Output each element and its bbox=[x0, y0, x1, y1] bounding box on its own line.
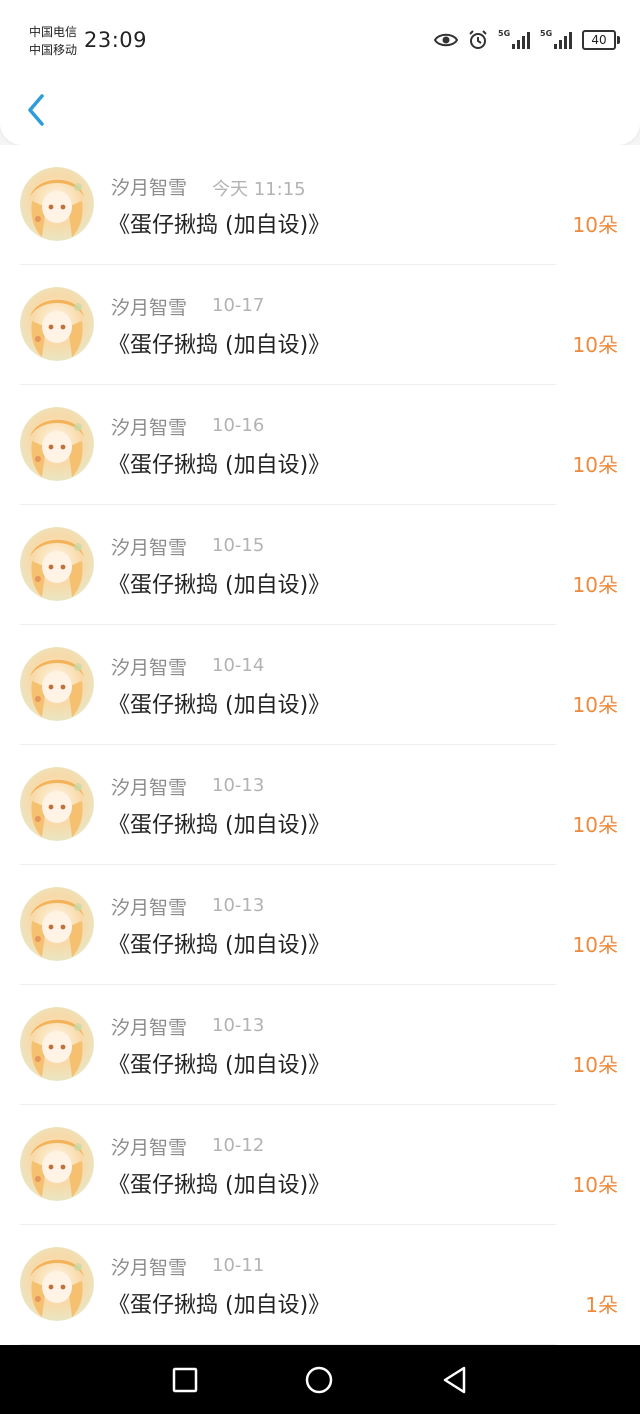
record-time: 10-14 bbox=[212, 655, 265, 676]
list-item[interactable]: 汐月智雪 10-13 《蛋仔揪捣 (加自设)》 10朵 bbox=[0, 985, 640, 1105]
flower-amount: 10朵 bbox=[572, 1173, 618, 1197]
record-time: 10-13 bbox=[212, 1015, 265, 1036]
sender-name: 汐月智雪 bbox=[111, 297, 188, 319]
avatar[interactable] bbox=[20, 527, 94, 601]
flower-amount: 1朵 bbox=[585, 1293, 618, 1317]
record-time: 10-11 bbox=[212, 1255, 265, 1276]
carrier-info: 中国电信 中国移动 bbox=[29, 23, 77, 59]
record-time: 10-13 bbox=[212, 895, 265, 916]
record-title: 《蛋仔揪捣 (加自设)》 bbox=[108, 213, 331, 238]
record-list: 汐月智雪 今天 11:15 《蛋仔揪捣 (加自设)》 10朵 汐月智雪 10-1… bbox=[0, 145, 640, 1345]
list-item[interactable]: 汐月智雪 10-13 《蛋仔揪捣 (加自设)》 10朵 bbox=[0, 865, 640, 985]
list-item[interactable]: 汐月智雪 10-16 《蛋仔揪捣 (加自设)》 10朵 bbox=[0, 385, 640, 505]
flower-amount: 10朵 bbox=[572, 1053, 618, 1077]
eye-icon bbox=[434, 32, 458, 48]
header: 中国电信 中国移动 23:09 5G 5G 40 bbox=[0, 0, 640, 145]
flower-amount: 10朵 bbox=[572, 933, 618, 957]
record-time: 10-15 bbox=[212, 535, 265, 556]
avatar[interactable] bbox=[20, 1007, 94, 1081]
record-title: 《蛋仔揪捣 (加自设)》 bbox=[108, 933, 331, 958]
list-item[interactable]: 汐月智雪 10-12 《蛋仔揪捣 (加自设)》 10朵 bbox=[0, 1105, 640, 1225]
back-button[interactable] bbox=[22, 90, 52, 130]
signal-2-tag: 5G bbox=[540, 29, 553, 38]
flower-amount: 10朵 bbox=[572, 573, 618, 597]
list-item[interactable]: 汐月智雪 10-15 《蛋仔揪捣 (加自设)》 10朵 bbox=[0, 505, 640, 625]
status-time: 23:09 bbox=[84, 28, 148, 52]
list-item[interactable]: 汐月智雪 10-13 《蛋仔揪捣 (加自设)》 10朵 bbox=[0, 745, 640, 865]
flower-amount: 10朵 bbox=[572, 813, 618, 837]
record-time: 10-17 bbox=[212, 295, 265, 316]
avatar[interactable] bbox=[20, 1127, 94, 1201]
signal-icon: 5G bbox=[540, 29, 572, 49]
record-title: 《蛋仔揪捣 (加自设)》 bbox=[108, 813, 331, 838]
sender-name: 汐月智雪 bbox=[111, 657, 188, 679]
battery-icon: 40 bbox=[582, 30, 620, 50]
carrier-2: 中国移动 bbox=[29, 43, 78, 57]
record-time: 10-13 bbox=[212, 775, 265, 796]
flower-amount: 10朵 bbox=[572, 693, 618, 717]
record-title: 《蛋仔揪捣 (加自设)》 bbox=[108, 573, 331, 598]
avatar[interactable] bbox=[20, 647, 94, 721]
list-item[interactable]: 汐月智雪 10-14 《蛋仔揪捣 (加自设)》 10朵 bbox=[0, 625, 640, 745]
back-nav-button[interactable] bbox=[440, 1365, 470, 1395]
avatar[interactable] bbox=[20, 887, 94, 961]
sender-name: 汐月智雪 bbox=[111, 537, 188, 559]
alarm-icon bbox=[468, 30, 488, 50]
sender-name: 汐月智雪 bbox=[111, 1017, 188, 1039]
record-title: 《蛋仔揪捣 (加自设)》 bbox=[108, 693, 331, 718]
sender-name: 汐月智雪 bbox=[111, 417, 188, 439]
avatar[interactable] bbox=[20, 407, 94, 481]
signal-icon: 5G bbox=[498, 29, 530, 49]
flower-amount: 10朵 bbox=[572, 213, 618, 237]
record-title: 《蛋仔揪捣 (加自设)》 bbox=[108, 333, 331, 358]
record-time: 10-16 bbox=[212, 415, 265, 436]
avatar[interactable] bbox=[20, 767, 94, 841]
avatar[interactable] bbox=[20, 167, 94, 241]
recent-apps-button[interactable] bbox=[170, 1365, 200, 1395]
flower-amount: 10朵 bbox=[572, 333, 618, 357]
circle-home-icon bbox=[305, 1366, 333, 1394]
signal-1-tag: 5G bbox=[498, 29, 511, 38]
flower-amount: 10朵 bbox=[572, 453, 618, 477]
sender-name: 汐月智雪 bbox=[111, 1257, 188, 1279]
avatar[interactable] bbox=[20, 287, 94, 361]
list-item[interactable]: 汐月智雪 10-11 《蛋仔揪捣 (加自设)》 1朵 bbox=[0, 1225, 640, 1345]
record-time: 10-12 bbox=[212, 1135, 265, 1156]
chevron-left-icon bbox=[28, 94, 44, 126]
sender-name: 汐月智雪 bbox=[111, 1137, 188, 1159]
sender-name: 汐月智雪 bbox=[111, 177, 188, 199]
status-icons: 5G 5G 40 bbox=[434, 29, 620, 50]
record-title: 《蛋仔揪捣 (加自设)》 bbox=[108, 453, 331, 478]
sender-name: 汐月智雪 bbox=[111, 777, 188, 799]
carrier-1: 中国电信 bbox=[29, 25, 78, 39]
sender-name: 汐月智雪 bbox=[111, 897, 188, 919]
record-time: 今天 11:15 bbox=[212, 179, 306, 200]
record-title: 《蛋仔揪捣 (加自设)》 bbox=[108, 1293, 331, 1318]
home-button[interactable] bbox=[304, 1365, 334, 1395]
list-item[interactable]: 汐月智雪 今天 11:15 《蛋仔揪捣 (加自设)》 10朵 bbox=[0, 145, 640, 265]
square-recent-icon bbox=[172, 1367, 198, 1393]
navigation-bar bbox=[0, 1345, 640, 1414]
record-title: 《蛋仔揪捣 (加自设)》 bbox=[108, 1053, 331, 1078]
triangle-back-icon bbox=[443, 1366, 466, 1394]
avatar[interactable] bbox=[20, 1247, 94, 1321]
record-title: 《蛋仔揪捣 (加自设)》 bbox=[108, 1173, 331, 1198]
list-item[interactable]: 汐月智雪 10-17 《蛋仔揪捣 (加自设)》 10朵 bbox=[0, 265, 640, 385]
